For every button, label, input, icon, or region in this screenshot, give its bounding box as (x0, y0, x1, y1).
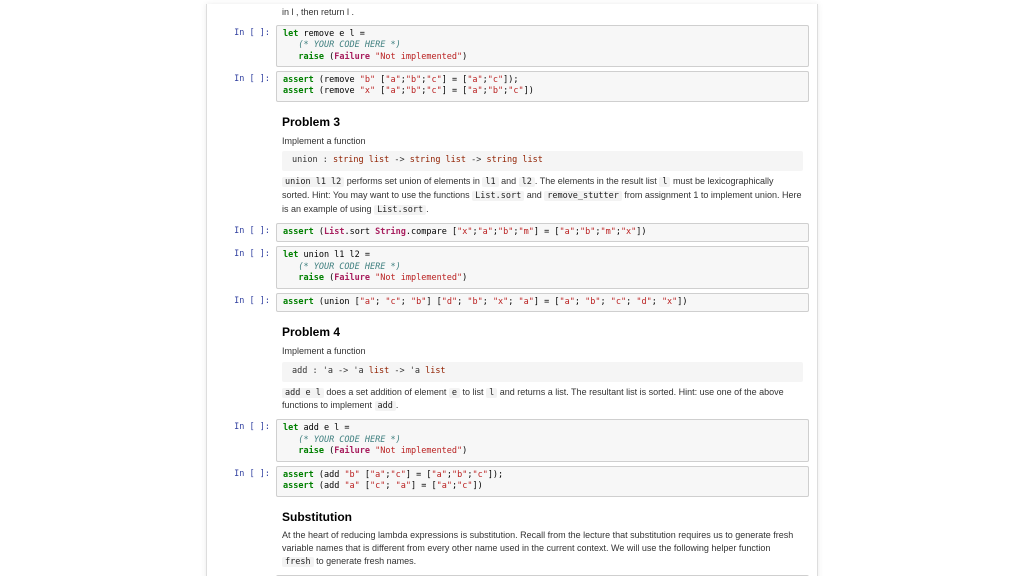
cell-prompt: In [ ]: (215, 466, 276, 479)
signature-block: add : 'a -> 'a list -> 'a list (282, 362, 803, 382)
cell-prompt: In [ ]: (215, 246, 276, 259)
md-body: At the heart of reducing lambda expressi… (282, 529, 803, 568)
code-input[interactable]: assert (List.sort String.compare ["x";"a… (276, 223, 809, 242)
code-cell[interactable]: In [ ]:let union l1 l2 = (* YOUR CODE HE… (215, 246, 809, 288)
cell-prompt (215, 106, 276, 109)
markdown-cell[interactable]: Problem 3 Implement a function union : str… (215, 106, 809, 219)
md-intro: Implement a function (282, 135, 803, 148)
md-content: Substitution At the heart of reducing lam… (276, 501, 809, 571)
code-cell[interactable]: In [ ]:let remove e l = (* YOUR CODE HER… (215, 25, 809, 67)
markdown-cell[interactable]: Substitution At the heart of reducing lam… (215, 501, 809, 571)
cell-prompt: In [ ]: (215, 419, 276, 432)
code-input[interactable]: assert (union ["a"; "c"; "b"] ["d"; "b";… (276, 293, 809, 312)
signature-block: union : string list -> string list -> st… (282, 151, 803, 171)
code-input[interactable]: let union l1 l2 = (* YOUR CODE HERE *) r… (276, 246, 809, 288)
partial-text: in l , then return l . (282, 7, 354, 17)
partial-md-cell: in l , then return l . (215, 4, 809, 21)
code-cell[interactable]: In [ ]:assert (List.sort String.compare … (215, 223, 809, 242)
code-input[interactable]: let remove e l = (* YOUR CODE HERE *) ra… (276, 25, 809, 67)
cell-prompt (215, 316, 276, 319)
md-content: Problem 3 Implement a function union : str… (276, 106, 809, 219)
section-heading: Problem 3 (282, 114, 803, 131)
cell-prompt (215, 501, 276, 504)
md-content: in l , then return l . (276, 4, 809, 21)
md-intro: Implement a function (282, 345, 803, 358)
cell-prompt: In [ ]: (215, 223, 276, 236)
page: { "partial_top": "in l , then return l .… (0, 0, 1024, 576)
cell-prompt: In [ ]: (215, 71, 276, 84)
markdown-cell[interactable]: Problem 4 Implement a function add : 'a ->… (215, 316, 809, 415)
section-heading: Substitution (282, 509, 803, 526)
md-body: add e l does a set addition of element e… (282, 386, 803, 414)
code-input[interactable]: let add e l = (* YOUR CODE HERE *) raise… (276, 419, 809, 461)
md-content: Problem 4 Implement a function add : 'a ->… (276, 316, 809, 415)
code-cell[interactable]: In [ ]:assert (remove "b" ["a";"b";"c"] … (215, 71, 809, 102)
code-cell[interactable]: In [ ]:let add e l = (* YOUR CODE HERE *… (215, 419, 809, 461)
cell-prompt: In [ ]: (215, 293, 276, 306)
md-body: union l1 l2 performs set union of elemen… (282, 175, 803, 217)
cell-prompt: In [ ]: (215, 25, 276, 38)
cells-container: In [ ]:let remove e l = (* YOUR CODE HER… (207, 25, 817, 576)
cell-prompt (215, 4, 276, 7)
code-input[interactable]: assert (add "b" ["a";"c"] = ["a";"b";"c"… (276, 466, 809, 497)
code-input[interactable]: assert (remove "b" ["a";"b";"c"] = ["a";… (276, 71, 809, 102)
code-cell[interactable]: In [ ]:assert (add "b" ["a";"c"] = ["a";… (215, 466, 809, 497)
code-cell[interactable]: In [ ]:assert (union ["a"; "c"; "b"] ["d… (215, 293, 809, 312)
section-heading: Problem 4 (282, 324, 803, 341)
notebook: { "partial_top": "in l , then return l .… (206, 4, 818, 576)
